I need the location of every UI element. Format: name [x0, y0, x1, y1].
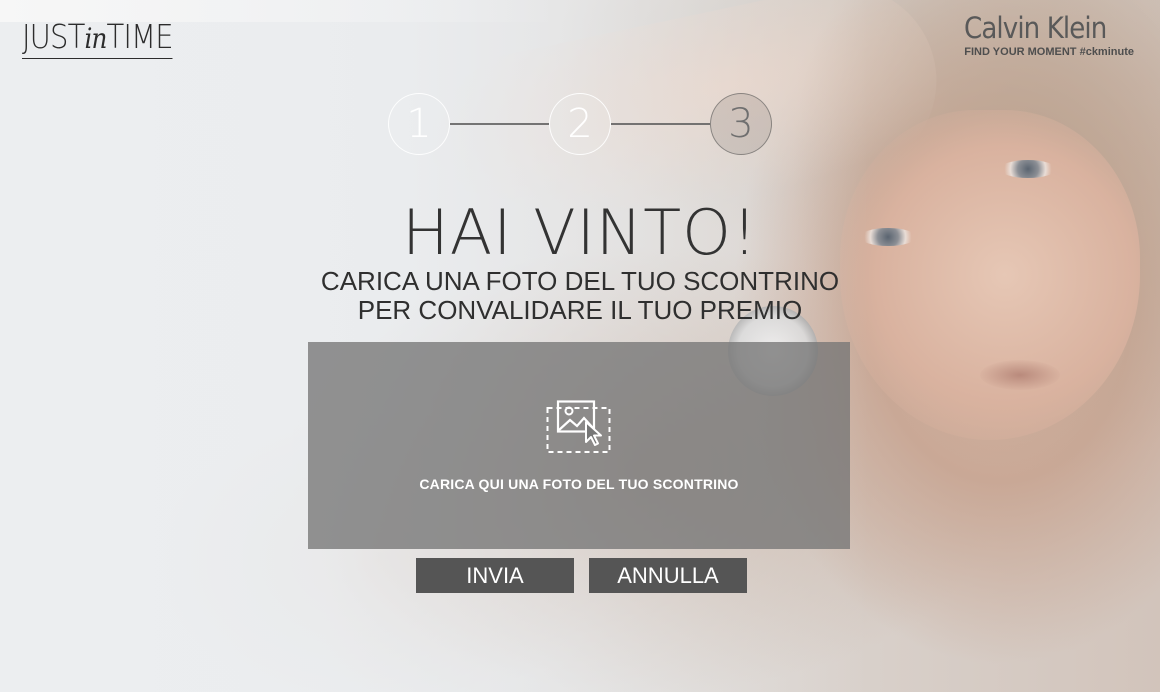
- step-connector: [450, 123, 549, 125]
- step-2: 2: [549, 93, 611, 155]
- logo-text-just: JUST: [22, 17, 85, 56]
- step-1: 1: [388, 93, 450, 155]
- logo-text-in: in: [84, 22, 107, 55]
- subtitle-line-1: CARICA UNA FOTO DEL TUO SCONTRINO: [320, 266, 840, 296]
- calvin-klein-logo: Calvin Klein FIND YOUR MOMENT #ckminute: [964, 12, 1134, 58]
- upload-label: CARICA QUI UNA FOTO DEL TUO SCONTRINO: [419, 476, 739, 492]
- brand-name: Calvin Klein: [964, 11, 1107, 45]
- brand-tagline: FIND YOUR MOMENT #ckminute: [964, 46, 1134, 58]
- subtitle-line-2: PER CONVALIDARE IL TUO PREMIO: [357, 295, 803, 325]
- cancel-button[interactable]: ANNULLA: [589, 558, 747, 593]
- receipt-upload-dropzone[interactable]: CARICA QUI UNA FOTO DEL TUO SCONTRINO: [308, 342, 850, 549]
- page-title: HAI VINTO!: [402, 196, 758, 269]
- step-3: 3: [710, 93, 772, 155]
- progress-stepper: 1 2 3: [388, 93, 774, 157]
- logo-text-time: TIME: [106, 17, 173, 56]
- send-button[interactable]: INVIA: [416, 558, 574, 593]
- step-connector: [611, 123, 710, 125]
- image-upload-icon: [546, 400, 611, 453]
- just-in-time-logo: JUSTinTIME: [22, 17, 174, 59]
